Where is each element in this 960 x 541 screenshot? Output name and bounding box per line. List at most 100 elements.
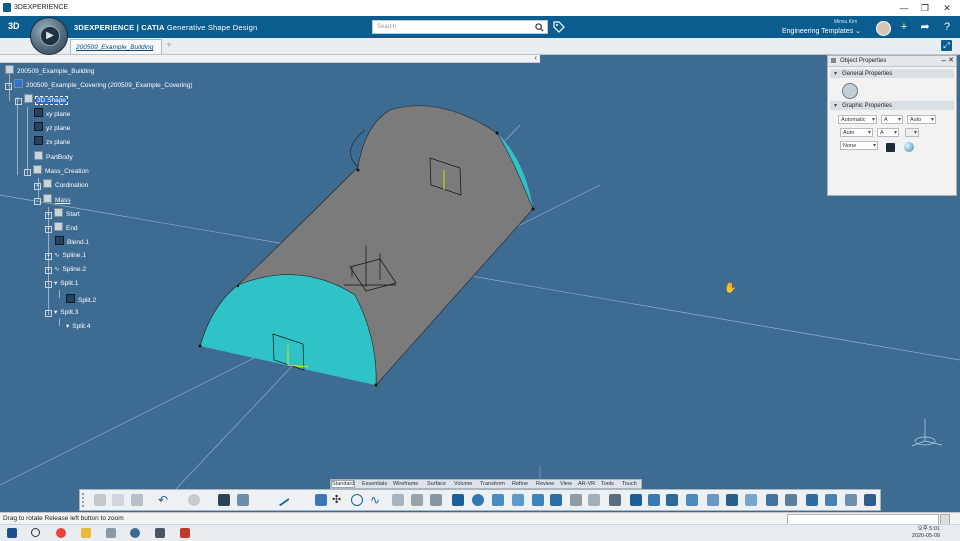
expand-icon[interactable]: + [45, 253, 52, 260]
tree-node-building[interactable]: 200509_Example_Building [5, 65, 94, 75]
boundary-icon[interactable] [588, 494, 600, 506]
help-icon[interactable]: ? [940, 20, 954, 34]
join-icon[interactable] [532, 494, 544, 506]
tree-node-covering[interactable]: -200509_Example_Covering (200509_Example… [5, 79, 193, 90]
new-tab-icon[interactable]: + [166, 40, 172, 51]
extrude-icon[interactable] [392, 494, 404, 506]
tree-node-mass-creation[interactable]: - Mass_Creation [24, 165, 89, 176]
scale-icon[interactable] [707, 494, 719, 506]
layer-dropdown[interactable]: None ▾ [840, 141, 878, 150]
blend-icon[interactable] [512, 494, 524, 506]
tab-tools[interactable]: Tools [601, 481, 614, 487]
trim-icon[interactable] [570, 494, 582, 506]
tab-essentials[interactable]: Essentials [362, 481, 387, 487]
tree-node-split-1[interactable]: - ▾ Split.1 [45, 279, 78, 288]
chrome-icon[interactable] [56, 528, 66, 538]
transparency-dropdown[interactable]: A ▾ [881, 115, 903, 124]
tree-node-start[interactable]: + Start [45, 208, 80, 219]
tab-transform[interactable]: Transform [480, 481, 505, 487]
tree-node-3d-shape[interactable]: -3D Shape [15, 94, 68, 105]
extract-icon[interactable] [609, 494, 621, 506]
app2-icon[interactable] [155, 528, 165, 538]
tree-node-spline-1[interactable]: + ∿ Spline.1 [45, 251, 86, 260]
collapse-icon[interactable]: - [45, 281, 52, 288]
app3-icon[interactable] [180, 528, 190, 538]
thickness-dropdown[interactable]: Auto ▾ [840, 128, 873, 137]
search-icon[interactable] [535, 23, 544, 32]
tab-refine[interactable]: Refine [512, 481, 528, 487]
update-icon[interactable] [188, 494, 200, 506]
tree-node-zx-plane[interactable]: zx plane [34, 136, 70, 146]
tab-view[interactable]: View [560, 481, 572, 487]
hide-show-icon[interactable] [806, 494, 818, 506]
panel-grip-icon[interactable] [831, 58, 836, 63]
affinity-icon[interactable] [726, 494, 738, 506]
tab-wireframe[interactable]: Wireframe [393, 481, 418, 487]
vertex-point[interactable] [356, 168, 360, 172]
section-icon[interactable] [785, 494, 797, 506]
share-icon[interactable]: ➦ [918, 20, 932, 34]
ds-logo-icon[interactable]: 3D [8, 21, 22, 33]
pattern-icon[interactable] [630, 494, 642, 506]
view-orientation-icon[interactable] [911, 419, 943, 447]
line-icon[interactable] [274, 491, 290, 507]
undo-icon[interactable]: ↶ [158, 494, 170, 506]
add-icon[interactable]: + [897, 20, 911, 34]
vertex-point[interactable] [531, 207, 535, 211]
sketch-icon[interactable] [218, 494, 230, 506]
plane-icon[interactable] [315, 494, 327, 506]
collapse-icon[interactable]: - [5, 83, 12, 90]
start-icon[interactable] [7, 528, 17, 538]
render-icon[interactable] [825, 494, 837, 506]
play-icon[interactable]: ▶ [40, 26, 60, 46]
panel-minimize-icon[interactable]: – [942, 56, 946, 65]
sphere-icon[interactable] [430, 494, 442, 506]
vertex-point[interactable] [495, 131, 499, 135]
toolbar-grip[interactable] [82, 493, 86, 507]
model-geometry[interactable]: ✋ [0, 55, 960, 512]
3dexperience-taskbar-icon[interactable] [130, 528, 140, 538]
multi-section-icon[interactable] [492, 494, 504, 506]
tab-surface[interactable]: Surface [427, 481, 446, 487]
tree-node-cordination[interactable]: + Cordination [34, 179, 88, 190]
search-taskbar-icon[interactable] [31, 528, 40, 537]
expand-icon[interactable]: + [34, 183, 41, 190]
point-dropdown[interactable]: A ▾ [877, 128, 899, 137]
linetype-dropdown[interactable]: Auto ▾ [907, 115, 936, 124]
mirror-icon[interactable] [745, 494, 757, 506]
tab-document[interactable]: 200509_Example_Building [70, 39, 162, 54]
more-tools-icon[interactable] [864, 494, 876, 506]
copy-icon[interactable] [112, 494, 124, 506]
tree-node-yz-plane[interactable]: yz plane [34, 122, 70, 132]
user-avatar[interactable] [876, 21, 891, 36]
collapse-icon[interactable]: - [15, 98, 22, 105]
paint-brush-icon[interactable] [886, 143, 895, 152]
compass-widget[interactable]: ▶ [30, 17, 68, 55]
tree-node-mass[interactable]: - Mass [34, 194, 71, 205]
close-window-button[interactable]: ✕ [936, 1, 958, 15]
measure-icon[interactable] [766, 494, 778, 506]
tree-node-split-2[interactable]: Split.2 [66, 294, 96, 304]
tab-standard[interactable]: Standard [330, 480, 356, 488]
tree-node-xy-plane[interactable]: xy plane [34, 108, 70, 118]
collapse-icon[interactable]: - [34, 198, 41, 205]
panel-close-icon[interactable]: ✕ [948, 56, 954, 64]
point-icon[interactable] [237, 494, 249, 506]
tree-node-blend-1[interactable]: Blend.1 [55, 236, 89, 246]
collapse-icon[interactable]: - [45, 310, 52, 317]
tree-node-split-4[interactable]: ▾ Split.4 [66, 322, 90, 330]
sweep-icon[interactable] [452, 494, 464, 506]
graphic-properties-section[interactable]: ▾ Graphic Properties [830, 101, 954, 110]
color-dropdown[interactable]: Automatic ▾ [838, 115, 877, 124]
general-properties-section[interactable]: ▾ General Properties [830, 69, 954, 78]
circle-icon[interactable] [351, 494, 363, 506]
expand-icon[interactable]: + [45, 226, 52, 233]
tag-icon[interactable] [553, 21, 565, 33]
app-icon[interactable] [106, 528, 116, 538]
template-selector[interactable]: Engineering Templates ⌄ [782, 27, 861, 35]
3d-viewport[interactable]: ‹ ✋ 200509_Example_Building - 200509_Exa… [0, 53, 960, 512]
revolve-icon[interactable] [411, 494, 423, 506]
options-icon[interactable] [845, 494, 857, 506]
expand-icon[interactable]: + [45, 212, 52, 219]
tab-volume[interactable]: Volume [454, 481, 472, 487]
